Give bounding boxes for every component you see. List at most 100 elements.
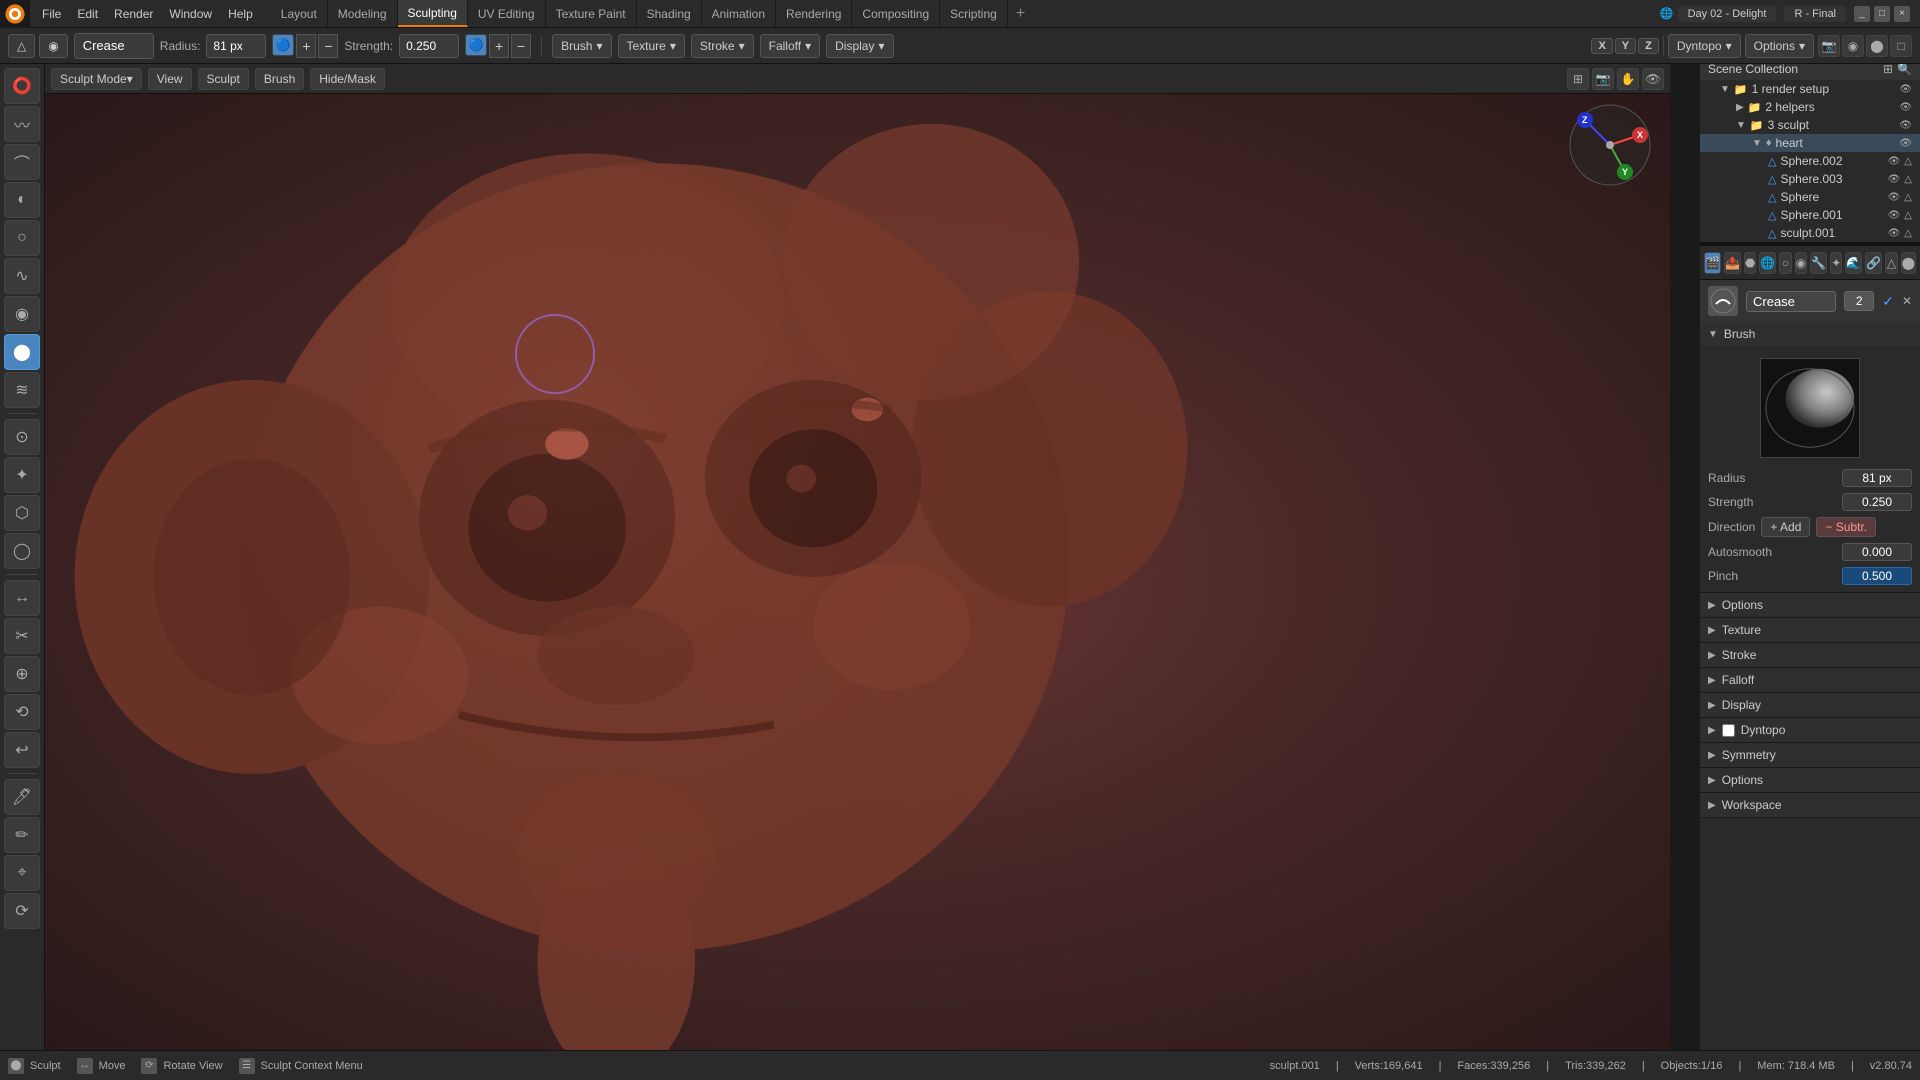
- outliner-item-sphere002[interactable]: △ Sphere.002 👁 △: [1700, 152, 1920, 170]
- blob-tool-btn[interactable]: ⬤: [4, 334, 40, 370]
- tab-rendering[interactable]: Rendering: [776, 0, 852, 27]
- prop-modifier-icon[interactable]: 🔧: [1810, 252, 1827, 274]
- file-menu[interactable]: File: [34, 0, 69, 27]
- hide-mask-btn[interactable]: Hide/Mask: [310, 68, 385, 90]
- mesh-icon-btn[interactable]: △: [8, 34, 35, 58]
- strength-plus-btn[interactable]: +: [489, 34, 509, 58]
- grid-icon[interactable]: ⊞: [1567, 68, 1589, 90]
- eye-dropper-icon[interactable]: 👁: [1642, 68, 1664, 90]
- camera-icon[interactable]: 📷: [1592, 68, 1614, 90]
- texture-dropdown[interactable]: Texture▾: [618, 34, 685, 58]
- outliner-item-sphere003[interactable]: △ Sphere.003 👁 △: [1700, 170, 1920, 188]
- pinch-prop-value[interactable]: 0.500: [1842, 567, 1912, 585]
- outliner-item-sphere001[interactable]: △ Sphere.001 👁 △: [1700, 206, 1920, 224]
- prop-data-icon[interactable]: △: [1885, 252, 1897, 274]
- tab-uv-editing[interactable]: UV Editing: [468, 0, 546, 27]
- options-section-header[interactable]: ▶ Options: [1700, 593, 1920, 617]
- dyntopo-dropdown[interactable]: Dyntopo▾: [1668, 34, 1741, 58]
- prop-render-icon[interactable]: 🎬: [1704, 252, 1721, 274]
- window-menu[interactable]: Window: [161, 0, 220, 27]
- tab-compositing[interactable]: Compositing: [852, 0, 940, 27]
- visibility-sphere002[interactable]: 👁: [1888, 156, 1901, 167]
- outliner-item-render-setup[interactable]: ▼ 📁 1 render setup 👁: [1700, 80, 1920, 98]
- layer-tool-btn[interactable]: ∿: [4, 258, 40, 294]
- tab-modeling[interactable]: Modeling: [328, 0, 398, 27]
- brush-section-header[interactable]: ▼ Brush: [1700, 322, 1920, 346]
- prop-world-icon[interactable]: ○: [1779, 252, 1791, 274]
- help-menu[interactable]: Help: [220, 0, 261, 27]
- visibility-sculpt001[interactable]: 👁: [1888, 228, 1901, 239]
- stroke-section-header[interactable]: ▶ Stroke: [1700, 643, 1920, 667]
- render-icon-btn[interactable]: ◉: [39, 34, 67, 58]
- strength-lock-icon[interactable]: 🔵: [465, 34, 487, 56]
- render-selector[interactable]: R - Final: [1784, 6, 1846, 22]
- tab-animation[interactable]: Animation: [702, 0, 776, 27]
- search-icon[interactable]: 🔍: [1897, 62, 1912, 76]
- add-workspace-btn[interactable]: +: [1008, 0, 1033, 27]
- crease-close-icon[interactable]: ✕: [1902, 294, 1912, 308]
- lock-icon[interactable]: 🔵: [272, 34, 294, 56]
- display-section-header[interactable]: ▶ Display: [1700, 693, 1920, 717]
- prop-scene-icon[interactable]: 🌐: [1759, 252, 1776, 274]
- prop-material-icon[interactable]: ⬤: [1901, 252, 1916, 274]
- crease-tool-btn[interactable]: ≋: [4, 372, 40, 408]
- inflate-tool-btn[interactable]: ◉: [4, 296, 40, 332]
- x-axis-btn[interactable]: X: [1591, 38, 1612, 54]
- draw-sharp-tool-btn[interactable]: 〰: [4, 106, 40, 142]
- display-dropdown[interactable]: Display▾: [826, 34, 893, 58]
- outliner-item-sculpt[interactable]: ▼ 📁 3 sculpt 👁: [1700, 116, 1920, 134]
- 3d-viewport[interactable]: [45, 94, 1670, 1050]
- outliner-item-sculpt001[interactable]: △ sculpt.001 👁 △: [1700, 224, 1920, 242]
- falloff-dropdown[interactable]: Falloff▾: [760, 34, 821, 58]
- thumb-tool-btn[interactable]: ↩: [4, 732, 40, 768]
- tab-sculpting[interactable]: Sculpting: [398, 0, 468, 27]
- prop-constraints-icon[interactable]: 🔗: [1865, 252, 1882, 274]
- view-btn[interactable]: View: [148, 68, 192, 90]
- pinch-tool-btn[interactable]: ↔: [4, 580, 40, 616]
- radius-input[interactable]: 81 px: [206, 34, 266, 58]
- tab-scripting[interactable]: Scripting: [940, 0, 1008, 27]
- close-btn[interactable]: ×: [1894, 6, 1910, 22]
- autosmooth-prop-value[interactable]: 0.000: [1842, 543, 1912, 561]
- outliner-item-sphere[interactable]: △ Sphere 👁 △: [1700, 188, 1920, 206]
- prop-object-icon[interactable]: ◉: [1795, 252, 1807, 274]
- brush-name-field[interactable]: Crease: [74, 33, 154, 59]
- radius-plus-btn[interactable]: +: [296, 34, 316, 58]
- dyntopo-section-header[interactable]: ▶ Dyntopo: [1700, 718, 1920, 742]
- prop-output-icon[interactable]: 📤: [1724, 252, 1741, 274]
- slide-relax-tool-btn[interactable]: ⟳: [4, 893, 40, 929]
- outliner-item-heart[interactable]: ▼ ♦ heart 👁: [1700, 134, 1920, 152]
- radius-minus-btn[interactable]: −: [318, 34, 338, 58]
- strength-minus-btn[interactable]: −: [511, 34, 531, 58]
- xray-btn[interactable]: □: [1890, 35, 1912, 57]
- elastic-deform-tool-btn[interactable]: ⊕: [4, 656, 40, 692]
- clay-strips-tool-btn[interactable]: ◐: [4, 182, 40, 218]
- options-dropdown[interactable]: Options▾: [1745, 34, 1814, 58]
- viewport-shade-btn[interactable]: ◉: [1842, 35, 1864, 57]
- crease-checkmark[interactable]: ✓: [1882, 293, 1894, 310]
- maximize-btn[interactable]: □: [1874, 6, 1890, 22]
- tab-shading[interactable]: Shading: [637, 0, 702, 27]
- stroke-dropdown[interactable]: Stroke▾: [691, 34, 754, 58]
- strength-input[interactable]: 0.250: [399, 34, 459, 58]
- rotate-tool-btn[interactable]: ⌖: [4, 855, 40, 891]
- prop-physics-icon[interactable]: 🌊: [1845, 252, 1862, 274]
- flatten-tool-btn[interactable]: ✦: [4, 457, 40, 493]
- filter-icon[interactable]: ⊞: [1883, 62, 1893, 76]
- texture-section-header[interactable]: ▶ Texture: [1700, 618, 1920, 642]
- visibility-sphere003[interactable]: 👁: [1888, 174, 1901, 185]
- symmetry-section-header[interactable]: ▶ Symmetry: [1700, 743, 1920, 767]
- y-axis-btn[interactable]: Y: [1615, 38, 1636, 54]
- render-menu[interactable]: Render: [106, 0, 161, 27]
- nudge-tool-btn[interactable]: ✏: [4, 817, 40, 853]
- radius-prop-value[interactable]: 81 px: [1842, 469, 1912, 487]
- grab-tool-btn[interactable]: ✂: [4, 618, 40, 654]
- draw-tool-btn[interactable]: ⭕: [4, 68, 40, 104]
- dyntopo-checkbox[interactable]: [1722, 724, 1735, 737]
- overlay-btn[interactable]: ⬤: [1866, 35, 1888, 57]
- grab-hand-icon[interactable]: ✋: [1617, 68, 1639, 90]
- brush-btn[interactable]: Brush: [255, 68, 304, 90]
- visibility-icon-1[interactable]: 👁: [1899, 84, 1912, 95]
- tab-layout[interactable]: Layout: [271, 0, 328, 27]
- falloff-section-header[interactable]: ▶ Falloff: [1700, 668, 1920, 692]
